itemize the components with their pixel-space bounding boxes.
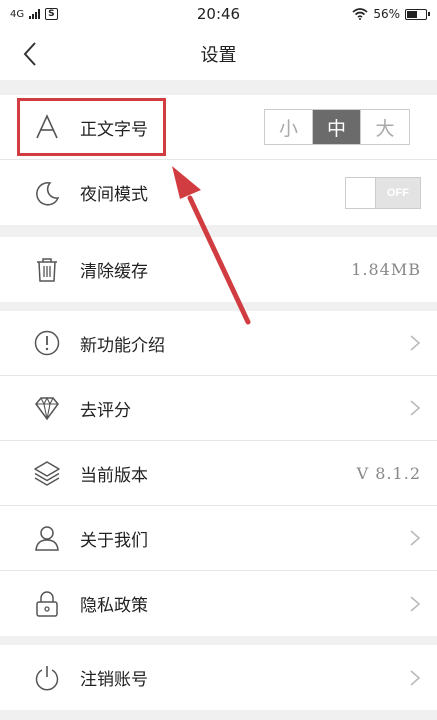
font-size-selector: 小 中 大: [264, 109, 410, 145]
version-label: 当前版本: [80, 465, 148, 486]
night-mode-toggle[interactable]: OFF: [345, 176, 421, 209]
font-size-small-button[interactable]: 小: [265, 110, 313, 144]
rate-label: 去评分: [80, 400, 131, 421]
new-features-label: 新功能介绍: [80, 335, 165, 356]
back-button[interactable]: [14, 38, 46, 70]
lock-icon: [30, 587, 64, 621]
rate-row[interactable]: 去评分: [0, 376, 437, 441]
cache-size-value: 1.84MB: [351, 260, 421, 279]
night-mode-row: 夜间模式 OFF: [0, 160, 437, 225]
battery-icon: [405, 8, 430, 20]
logout-label: 注销账号: [80, 670, 148, 690]
account-group: 注销账号: [0, 645, 437, 710]
chevron-right-icon: [410, 669, 421, 686]
nav-bar: 设置: [0, 28, 437, 80]
info-circle-icon: [30, 326, 64, 360]
diamond-icon: [30, 391, 64, 425]
chevron-left-icon: [23, 42, 36, 66]
privacy-row[interactable]: 隐私政策: [0, 571, 437, 636]
status-right: 56%: [352, 7, 430, 21]
signal-icon: [29, 9, 41, 19]
battery-percent: 56%: [373, 7, 400, 21]
layers-icon: [30, 456, 64, 490]
notification-badge: S: [45, 8, 58, 20]
moon-icon: [30, 176, 64, 210]
status-left: 4G S: [10, 8, 58, 20]
toggle-state-text: OFF: [387, 186, 409, 199]
version-value: V 8.1.2: [356, 463, 421, 483]
about-label: 关于我们: [80, 530, 148, 551]
network-type: 4G: [10, 8, 25, 20]
cache-group: 清除缓存 1.84MB: [0, 237, 437, 302]
logout-row[interactable]: 注销账号: [0, 645, 437, 710]
font-size-large-button[interactable]: 大: [361, 110, 409, 144]
status-bar: 4G S 20:46 56%: [0, 0, 437, 28]
privacy-label: 隐私政策: [80, 596, 148, 616]
highlight-box: [17, 98, 166, 156]
clear-cache-label: 清除缓存: [80, 262, 148, 282]
font-size-medium-button[interactable]: 中: [313, 110, 361, 144]
toggle-knob: [346, 177, 376, 208]
wifi-icon: [352, 8, 368, 20]
trash-icon: [30, 253, 64, 287]
new-features-row[interactable]: 新功能介绍: [0, 311, 437, 376]
page-title: 设置: [200, 45, 237, 66]
chevron-right-icon: [410, 335, 421, 351]
chevron-right-icon: [410, 595, 421, 612]
clear-cache-row[interactable]: 清除缓存 1.84MB: [0, 237, 437, 302]
user-icon: [30, 521, 64, 555]
info-group: 新功能介绍 去评分 当前版本 V 8.1.2 关于我们 隐私政策: [0, 311, 437, 636]
chevron-right-icon: [410, 400, 421, 416]
version-row: 当前版本 V 8.1.2: [0, 441, 437, 506]
toggle-off-area: OFF: [376, 177, 420, 208]
power-icon: [30, 661, 64, 695]
night-mode-label: 夜间模式: [80, 185, 148, 205]
about-row[interactable]: 关于我们: [0, 506, 437, 571]
chevron-right-icon: [410, 530, 421, 546]
